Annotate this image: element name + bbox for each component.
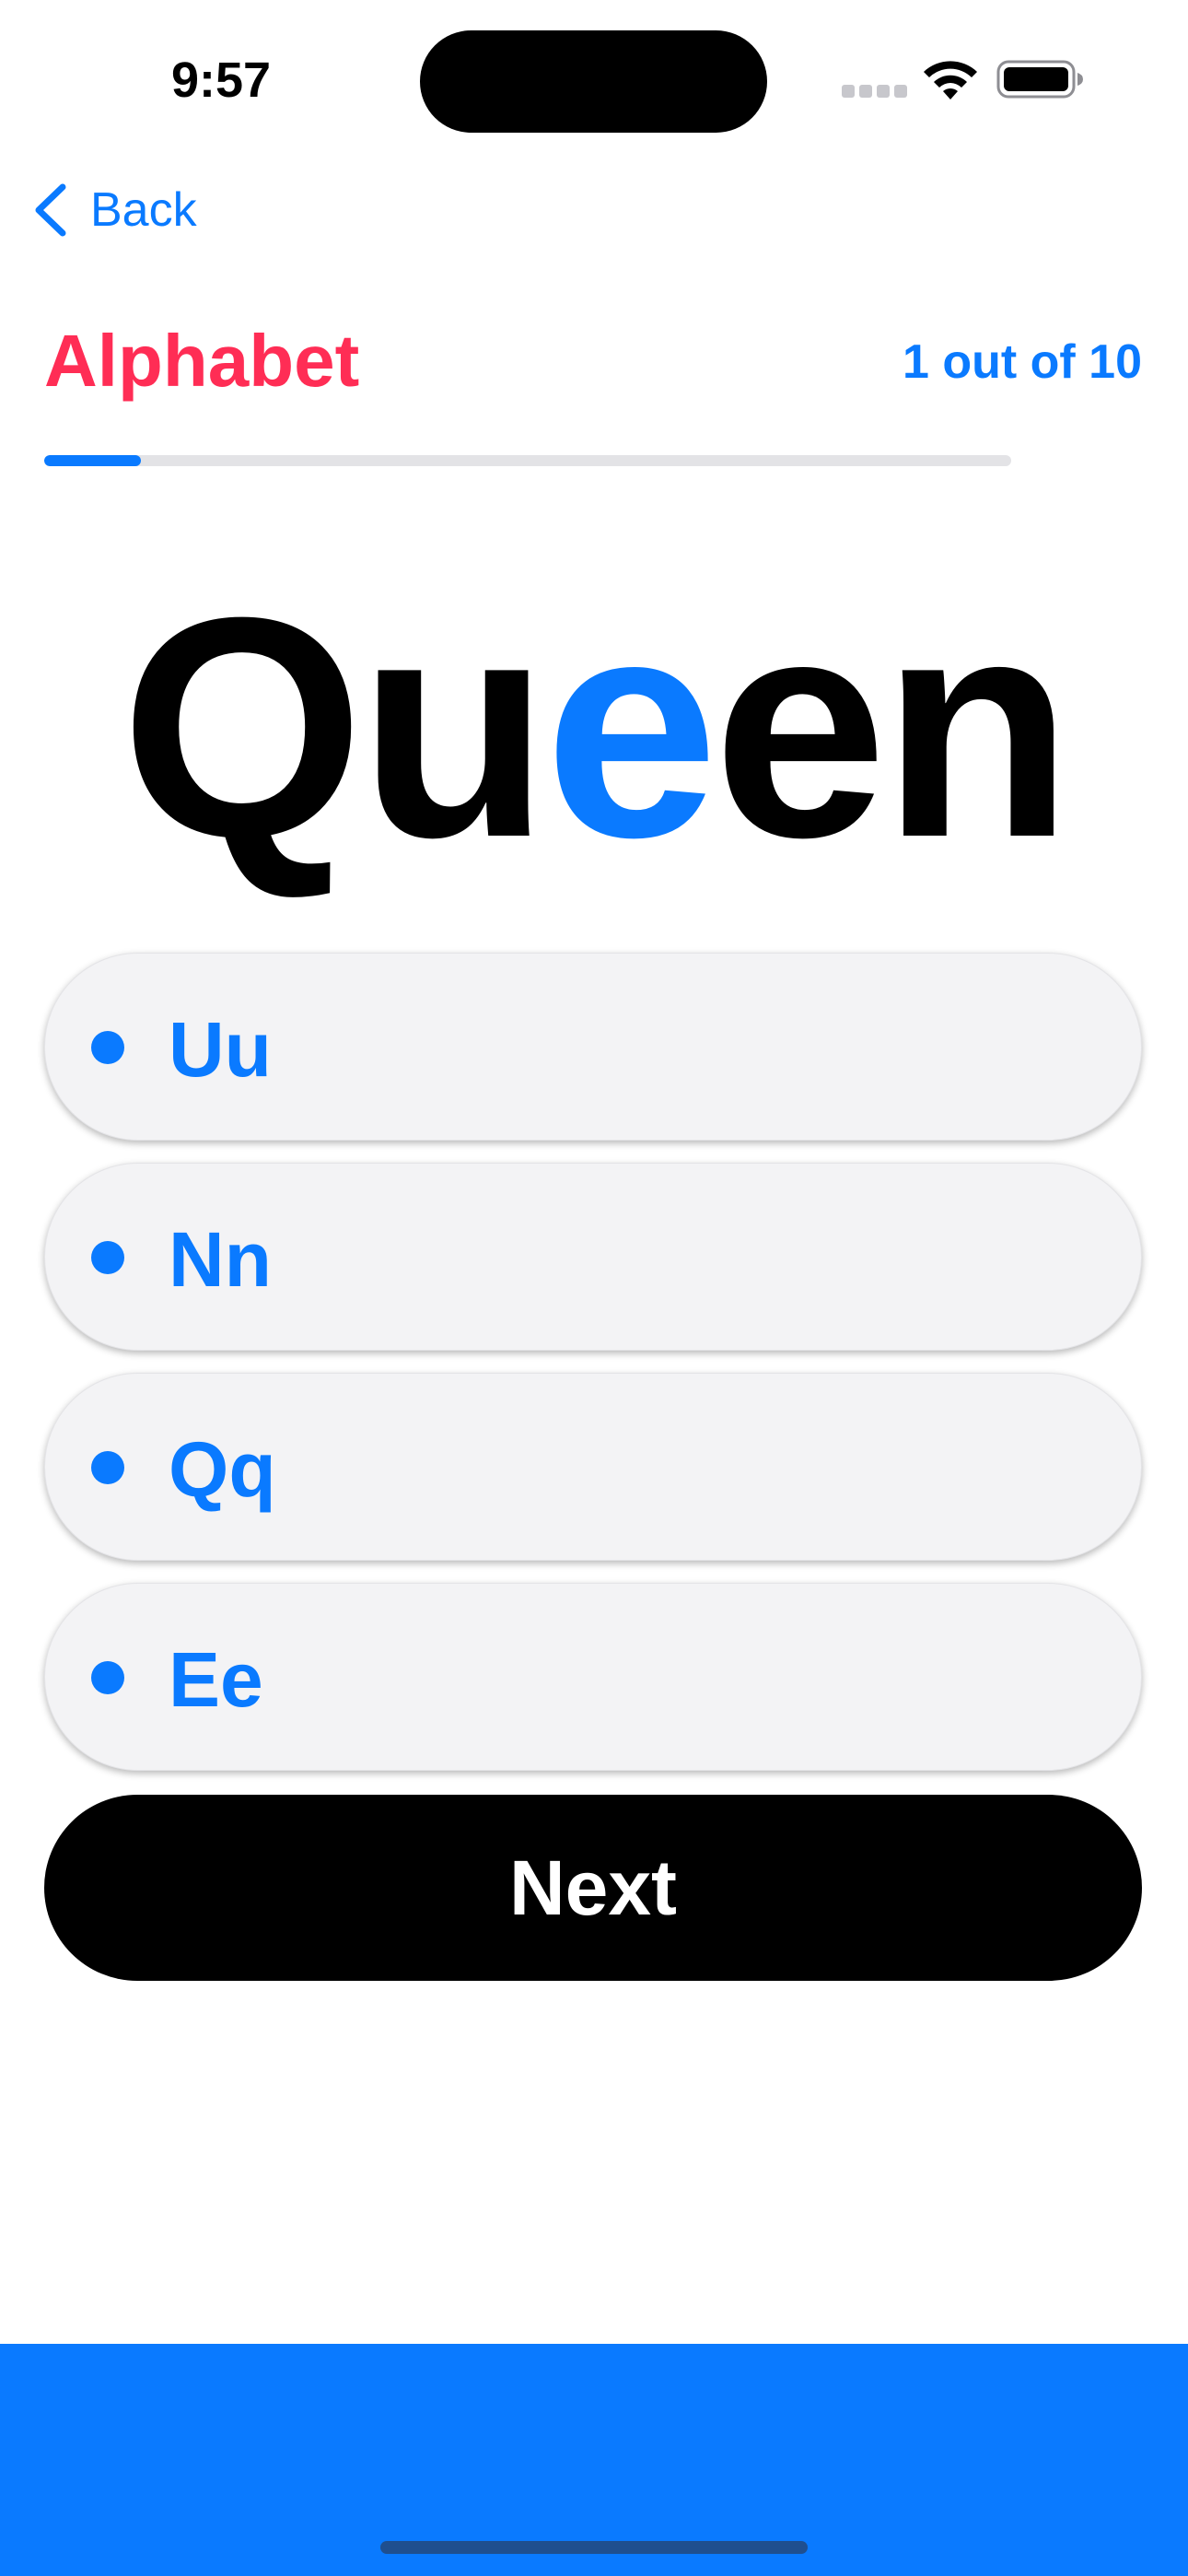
back-button[interactable]: Back <box>31 177 197 243</box>
bullet-icon <box>91 1661 124 1694</box>
answer-options: Uu Nn Qq Ee <box>44 953 1142 1793</box>
progress-bar-fill <box>44 455 141 466</box>
answer-option-label: Qq <box>169 1426 276 1513</box>
answer-option-label: Uu <box>169 1006 272 1093</box>
home-indicator[interactable] <box>380 2541 808 2554</box>
answer-option-uu[interactable]: Uu <box>44 953 1142 1141</box>
cellular-signal-icon <box>842 85 907 98</box>
page-title: Alphabet <box>44 320 360 402</box>
answer-option-label: Ee <box>169 1636 263 1723</box>
status-time: 9:57 <box>170 53 272 108</box>
word-highlighted-letter: e <box>544 553 718 903</box>
answer-option-nn[interactable]: Nn <box>44 1163 1142 1351</box>
quiz-word: Queen <box>0 553 1188 903</box>
word-prefix: Qu <box>120 553 550 903</box>
bullet-icon <box>91 1241 124 1274</box>
answer-option-ee[interactable]: Ee <box>44 1583 1142 1771</box>
bullet-icon <box>91 1451 124 1484</box>
word-suffix: en <box>713 553 1073 903</box>
progress-bar <box>44 455 1011 466</box>
chevron-left-icon <box>35 183 66 237</box>
battery-icon <box>996 58 1085 100</box>
bullet-icon <box>91 1031 124 1064</box>
answer-option-label: Nn <box>169 1216 272 1303</box>
wifi-icon <box>921 57 980 101</box>
next-button[interactable]: Next <box>44 1795 1142 1981</box>
progress-counter: 1 out of 10 <box>902 335 1142 389</box>
answer-option-qq[interactable]: Qq <box>44 1373 1142 1561</box>
dynamic-island <box>420 30 767 133</box>
back-label: Back <box>90 183 197 237</box>
